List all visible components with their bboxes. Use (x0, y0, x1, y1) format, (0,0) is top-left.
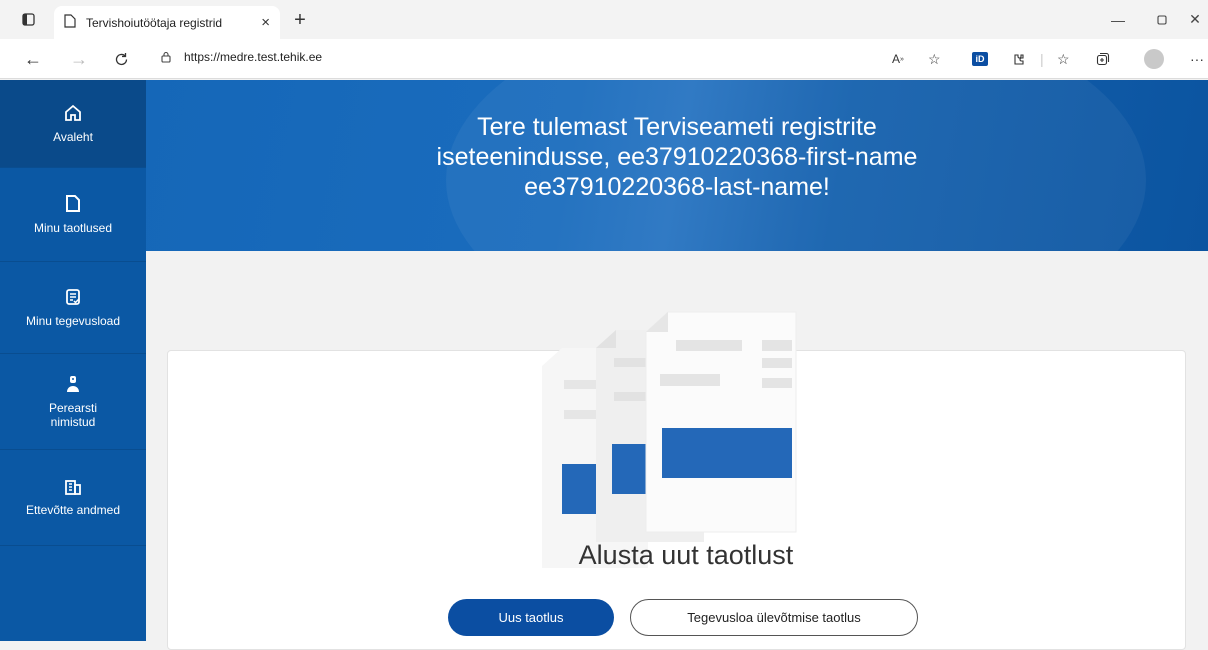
document-icon (66, 195, 80, 212)
extensions-icon[interactable] (1012, 48, 1026, 70)
new-tab-icon[interactable]: + (288, 8, 312, 32)
lock-icon[interactable] (160, 51, 172, 63)
browser-tab-bar: Tervishoiutöötaja registrid × + — ✕ (0, 0, 1208, 39)
browser-tab[interactable]: Tervishoiutöötaja registrid × (54, 6, 280, 39)
back-icon[interactable]: ← (20, 47, 46, 71)
license-takeover-application-button[interactable]: Tegevusloa ülevõtmise taotlus (630, 599, 918, 636)
sidebar-item-licenses[interactable]: Minu tegevusload (0, 262, 146, 354)
url-field[interactable]: https://medre.test.tehik.ee (160, 50, 322, 64)
documents-illustration (542, 311, 797, 568)
new-application-button[interactable]: Uus taotlus (448, 599, 614, 636)
read-aloud-icon[interactable]: A» (892, 48, 904, 70)
id-card-extension-icon[interactable]: iD (972, 48, 988, 70)
sidebar-item-applications[interactable]: Minu taotlused (0, 168, 146, 262)
refresh-icon[interactable] (108, 47, 134, 71)
sidebar-item-family-doctor-lists[interactable]: Perearsti nimistud (0, 354, 146, 450)
card-title: Alusta uut taotlust (578, 540, 794, 570)
building-icon (65, 479, 81, 495)
welcome-line-2: iseteenindusse, ee37910220368-first-name (436, 143, 918, 171)
sidebar-item-label: Avaleht (53, 129, 93, 144)
sidebar-item-label: Perearsti nimistud (48, 400, 98, 429)
maximize-icon[interactable] (1140, 0, 1184, 39)
license-icon (66, 288, 80, 305)
forward-icon[interactable]: → (66, 47, 92, 71)
sidebar-item-label: Ettevõtte andmed (25, 502, 121, 517)
url-text: https://medre.test.tehik.ee (184, 50, 323, 64)
tab-actions-icon[interactable] (10, 0, 46, 39)
home-icon (65, 104, 81, 121)
sidebar-item-label: Minu taotlused (33, 221, 113, 235)
welcome-line-1: Tere tulemast Terviseameti registrite (477, 113, 877, 141)
favorite-add-icon[interactable]: ☆ (928, 48, 941, 70)
collections-icon[interactable] (1096, 48, 1110, 70)
close-window-icon[interactable]: ✕ (1182, 0, 1208, 39)
sidebar-item-home[interactable]: Avaleht (0, 80, 146, 168)
doctor-icon (67, 375, 79, 392)
address-bar: ← → https://medre.test.tehik.ee A» ☆ iD … (0, 39, 1208, 79)
sidebar-item-label: Minu tegevusload (25, 313, 121, 328)
minimize-icon[interactable]: — (1096, 0, 1140, 39)
close-tab-icon[interactable]: × (261, 14, 270, 31)
tab-title: Tervishoiutöötaja registrid (86, 15, 223, 30)
welcome-title: Tere tulemast Terviseameti registrite is… (146, 112, 1208, 202)
favorites-icon[interactable]: ☆ (1057, 48, 1070, 70)
more-icon[interactable]: ··· (1190, 48, 1204, 70)
welcome-line-3: ee37910220368-last-name! (524, 173, 830, 201)
sidebar: Avaleht Minu taotlused Minu tegevusload … (0, 80, 146, 641)
toolbar-divider: | (1040, 51, 1044, 67)
page-icon (64, 14, 76, 31)
sidebar-item-company-data[interactable]: Ettevõtte andmed (0, 450, 146, 546)
welcome-banner: Tere tulemast Terviseameti registrite is… (146, 80, 1208, 251)
profile-icon[interactable] (1144, 48, 1164, 70)
